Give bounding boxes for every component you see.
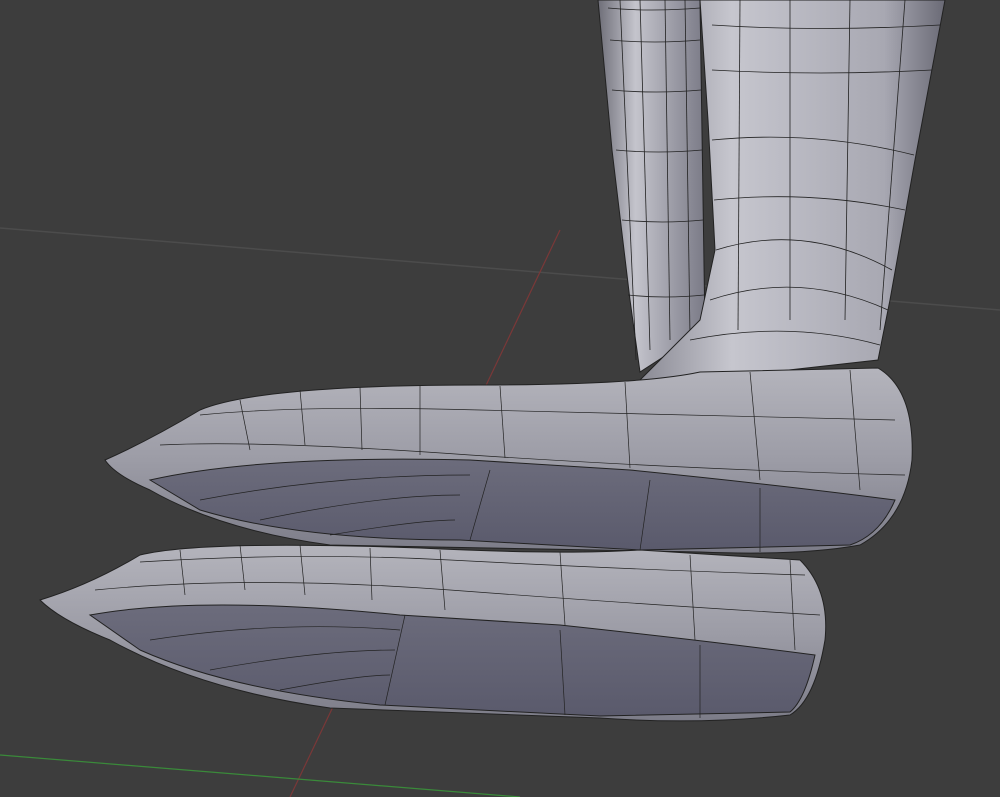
upper-foot-mesh[interactable] — [104, 367, 913, 554]
lower-foot-mesh[interactable] — [39, 544, 827, 722]
y-axis-line — [0, 754, 521, 797]
3d-viewport[interactable] — [0, 0, 1000, 797]
back-leg-mesh[interactable] — [597, 0, 706, 373]
viewport-canvas[interactable] — [0, 0, 1000, 797]
